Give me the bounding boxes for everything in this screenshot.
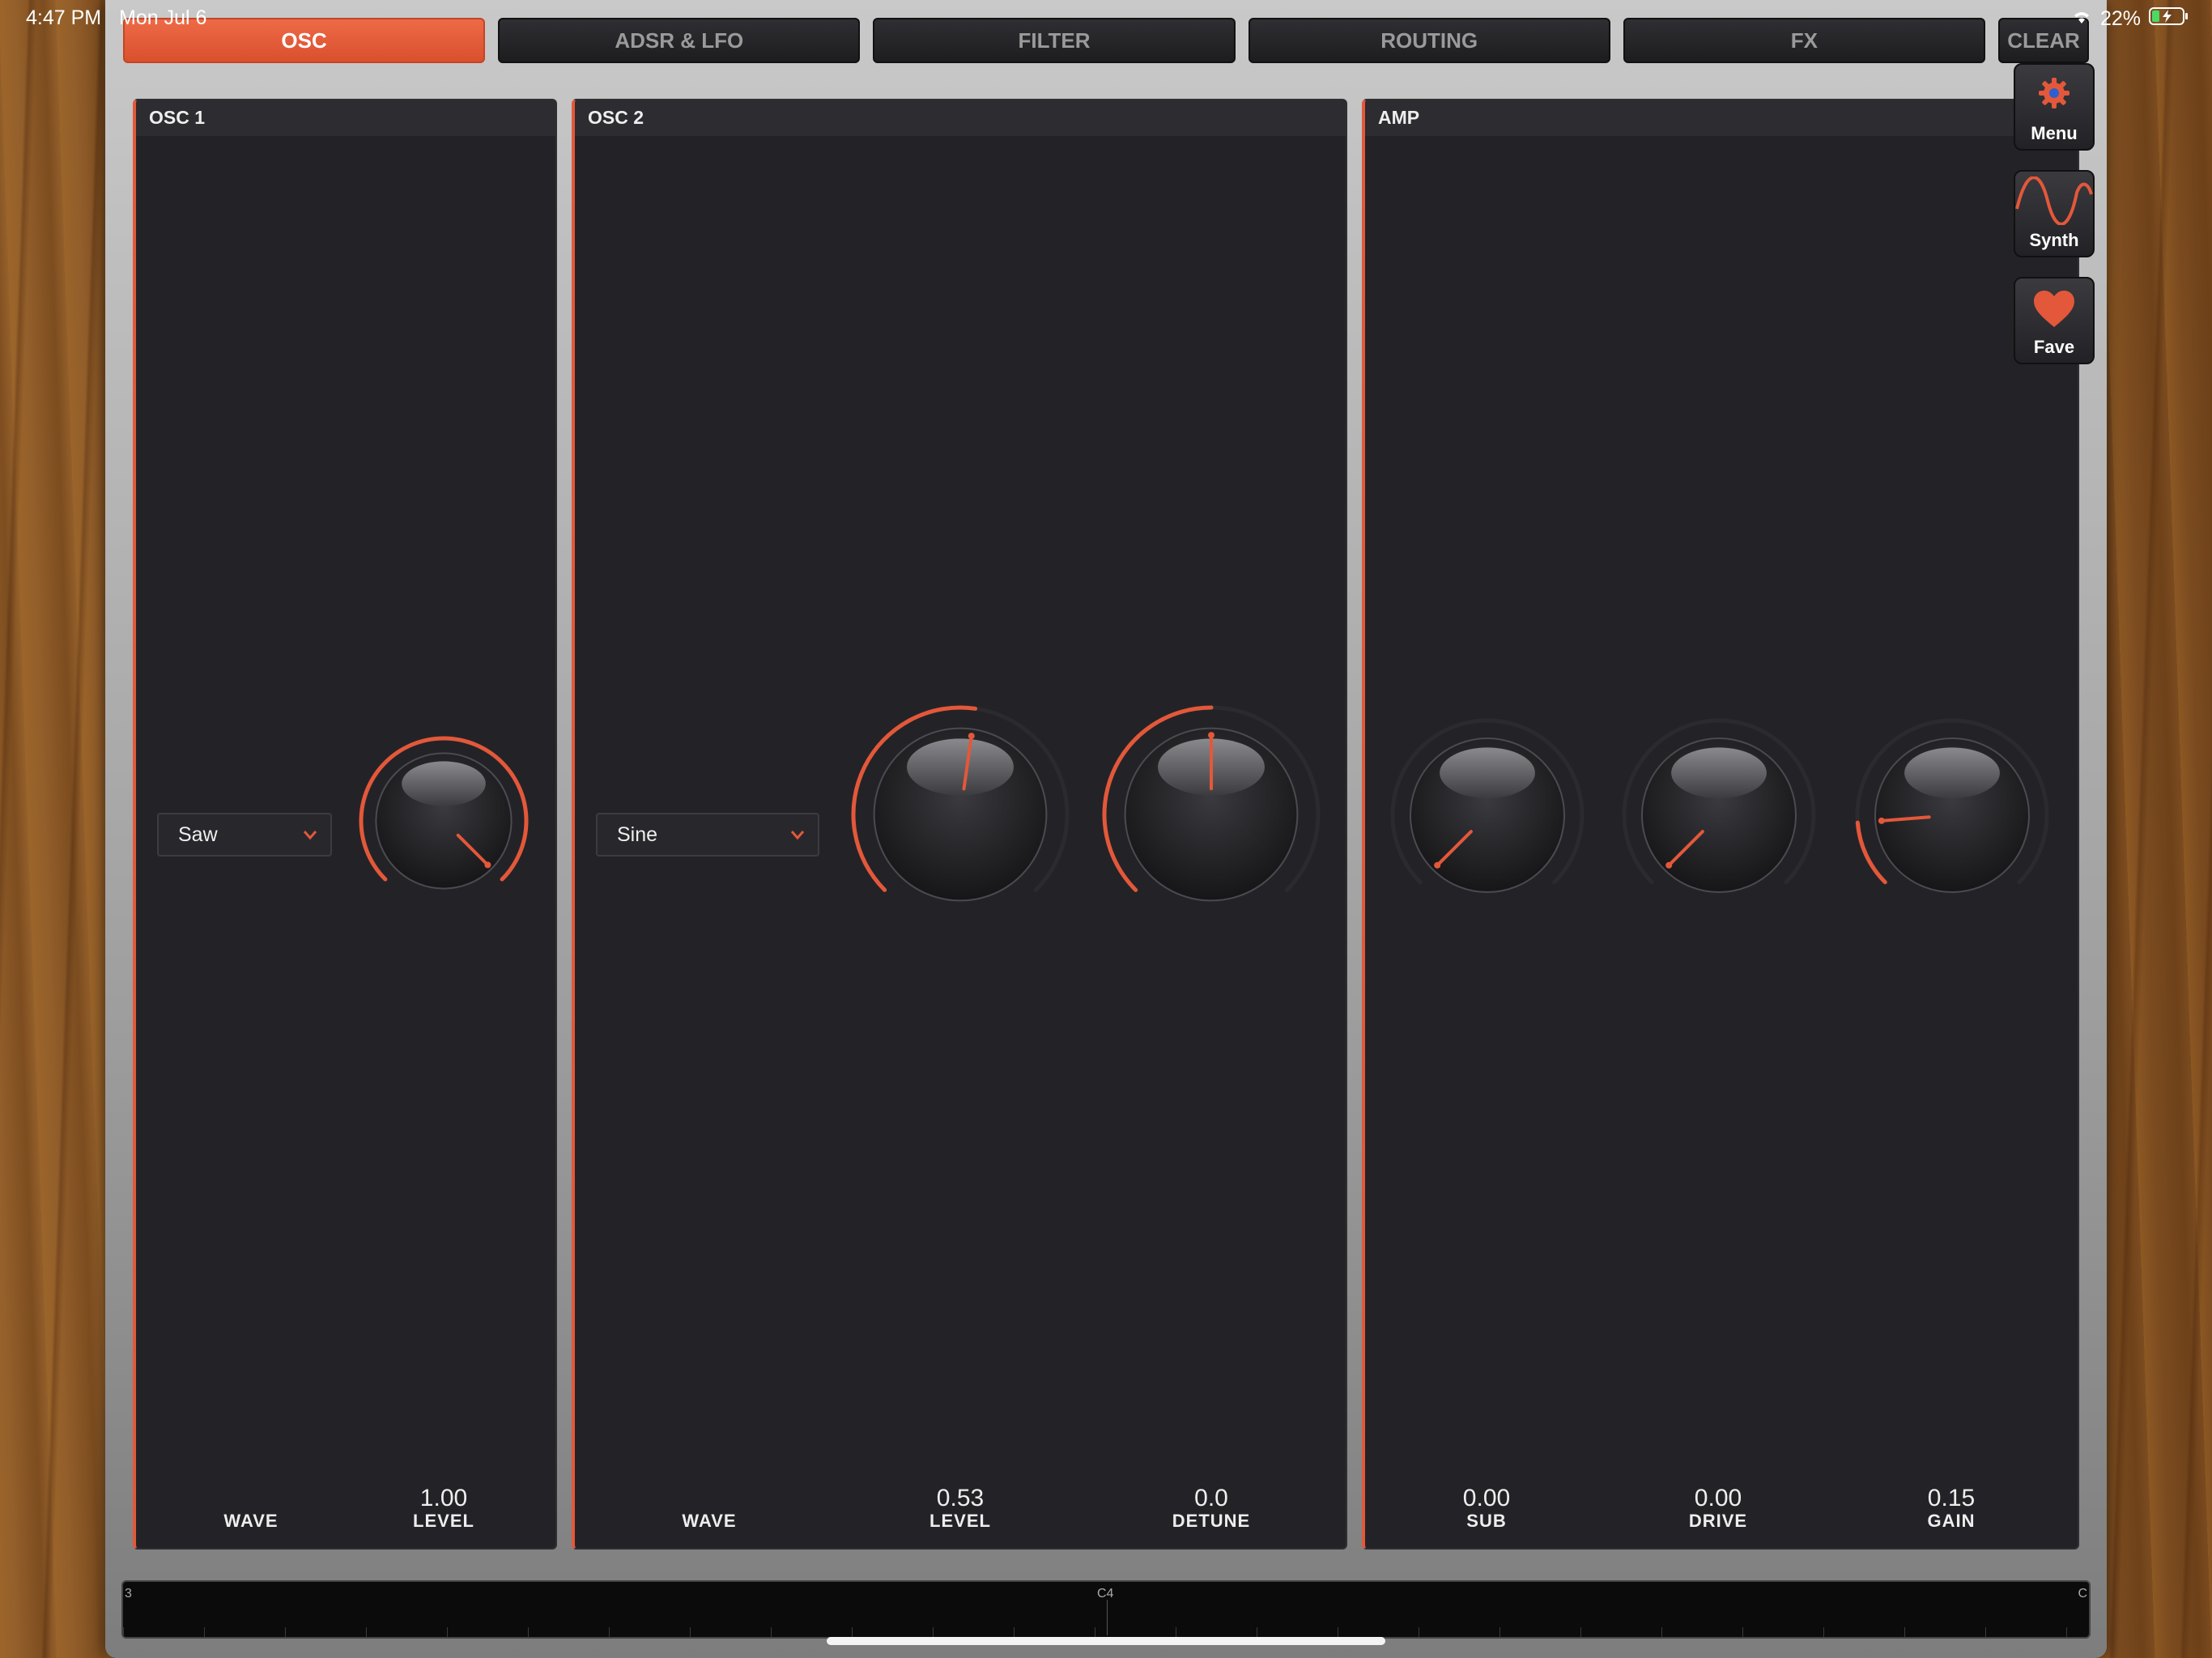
- home-indicator[interactable]: [827, 1637, 1385, 1645]
- amp-panel: AMP 0.00 SUB 0.00 DRIVE 0.15 GAIN: [1362, 99, 2079, 1550]
- amp-sub-label: SUB: [1466, 1511, 1507, 1531]
- osc2-wave-label: WAVE: [682, 1511, 737, 1531]
- osc1-panel: OSC 1 Saw WAVE 1.00 LEVEL: [133, 99, 557, 1550]
- knob-svg: [1622, 718, 1816, 893]
- status-time: 4:47 PM: [26, 6, 102, 29]
- fave-label: Fave: [2033, 337, 2075, 357]
- tab-filter[interactable]: FILTER: [873, 18, 1236, 63]
- keyboard-strip[interactable]: 3 C4 C: [121, 1580, 2091, 1639]
- tab-bar: OSC ADSR & LFO FILTER ROUTING FX CLEAR: [123, 18, 2090, 65]
- osc2-detune-value: 0.0: [1194, 1485, 1228, 1511]
- knob-svg: [1390, 718, 1585, 893]
- amp-sub-knob[interactable]: [1386, 714, 1589, 920]
- knob-highlight: [1671, 747, 1767, 799]
- amp-gain-value: 0.15: [1927, 1485, 1976, 1511]
- keyboard-label-c4: C4: [1097, 1587, 1114, 1601]
- osc2-detune-label: DETUNE: [1172, 1511, 1251, 1531]
- knob-highlight: [907, 738, 1014, 796]
- osc1-level-knob[interactable]: [355, 732, 533, 914]
- synth-button[interactable]: Synth: [2014, 170, 2095, 257]
- battery-icon: [2149, 6, 2189, 32]
- knob-pointer-dot: [1878, 817, 1885, 824]
- knob-svg: [1855, 718, 2049, 893]
- select-value: Sine: [617, 823, 658, 846]
- amp-drive-value: 0.00: [1694, 1485, 1742, 1511]
- knob-highlight: [402, 761, 486, 806]
- knob-highlight: [1440, 747, 1535, 799]
- panel-title: AMP: [1365, 100, 2078, 136]
- tab-fx[interactable]: FX: [1623, 18, 1986, 63]
- status-right: 22%: [2071, 6, 2189, 32]
- chevron-down-icon: [790, 831, 805, 840]
- select-value: Saw: [178, 823, 218, 846]
- wifi-icon: [2071, 7, 2092, 31]
- knob-svg: [851, 705, 1070, 902]
- osc2-panel: OSC 2 Sine WAVE 0.53 LEVEL 0.0 DETUNE: [572, 99, 1347, 1550]
- knob-pointer-dot: [1208, 732, 1214, 739]
- amp-sub-value: 0.00: [1462, 1485, 1511, 1511]
- battery-percent: 22%: [2099, 7, 2141, 30]
- osc1-wave-select[interactable]: Saw: [157, 813, 332, 857]
- knob-highlight: [1904, 747, 2000, 799]
- synth-label: Synth: [2029, 230, 2079, 250]
- amp-gain-knob[interactable]: [1851, 714, 2053, 920]
- knob-pointer-dot: [1434, 861, 1441, 869]
- chevron-down-icon: [303, 831, 317, 840]
- knob-svg: [359, 736, 529, 890]
- osc1-level-label: LEVEL: [413, 1511, 474, 1531]
- status-date: Mon Jul 6: [119, 6, 207, 29]
- keyboard-label-left: 3: [125, 1587, 132, 1601]
- panel-title: OSC 2: [575, 100, 1346, 136]
- knob-pointer-dot: [968, 733, 975, 740]
- keyboard-label-right: C: [2078, 1587, 2087, 1601]
- knob-svg: [1102, 705, 1321, 902]
- knob-pointer-dot: [1665, 861, 1673, 869]
- menu-label: Menu: [2031, 123, 2078, 143]
- knob-pointer-dot: [484, 861, 491, 869]
- sine-wave-icon: [2015, 176, 2093, 226]
- amp-drive-label: DRIVE: [1688, 1511, 1748, 1531]
- osc1-wave-label: WAVE: [223, 1511, 279, 1531]
- fave-button[interactable]: Fave: [2014, 277, 2095, 364]
- osc2-level-knob[interactable]: [847, 701, 1074, 932]
- osc1-level-value: 1.00: [419, 1485, 468, 1511]
- menu-button[interactable]: Menu: [2014, 63, 2095, 151]
- osc2-detune-knob[interactable]: [1098, 701, 1325, 932]
- heart-icon: [2034, 291, 2074, 327]
- panel-title: OSC 1: [136, 100, 555, 136]
- gear-icon: [2039, 78, 2069, 108]
- tab-routing[interactable]: ROUTING: [1248, 18, 1610, 63]
- tab-adsr-lfo[interactable]: ADSR & LFO: [498, 18, 861, 63]
- amp-gain-label: GAIN: [1927, 1511, 1976, 1531]
- osc2-level-value: 0.53: [936, 1485, 985, 1511]
- osc2-level-label: LEVEL: [929, 1511, 991, 1531]
- keyboard-ticks: [123, 1627, 2089, 1637]
- osc2-wave-select[interactable]: Sine: [596, 813, 819, 857]
- amp-drive-knob[interactable]: [1618, 714, 1820, 920]
